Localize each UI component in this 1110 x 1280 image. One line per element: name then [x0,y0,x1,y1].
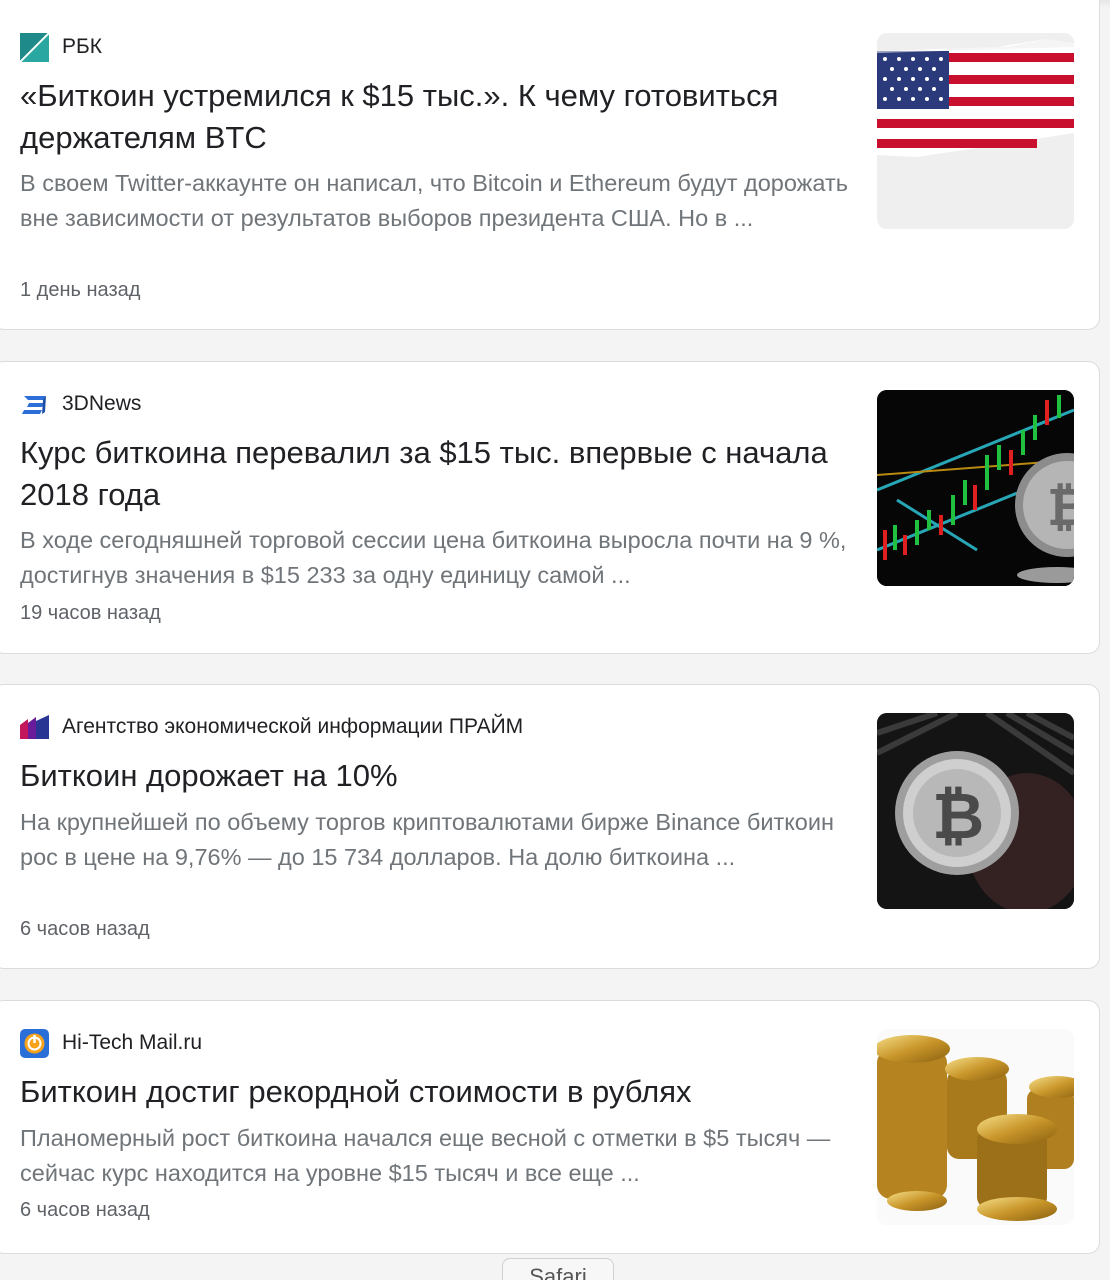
gold-coins-image[interactable] [877,1029,1074,1225]
us-flag-image[interactable] [877,33,1074,229]
news-card[interactable]: Hi-Tech Mail.ru Биткоин достиг рекордной… [0,1000,1100,1254]
article-time: 19 часов назад [20,602,161,624]
news-card[interactable]: 3DNews Курс биткоина перевалил за $15 ты… [0,361,1100,654]
news-results-page: РБК «Биткоин устремился к $15 тыс.». К ч… [0,0,1110,1280]
article-title[interactable]: Биткоин дорожает на 10% [20,755,850,797]
article-snippet: В ходе сегодняшней торговой сессии цена … [20,527,847,588]
safari-tab[interactable]: Safari [502,1258,614,1280]
bitcoin-coin-image[interactable]: ₿ [877,713,1074,909]
svg-text:₿: ₿ [932,780,984,854]
news-source[interactable]: 3DNews [20,389,141,419]
news-source[interactable]: РБК [19,31,103,63]
bitcoin-chart-image[interactable]: ₿ [877,390,1074,586]
article-time: 6 часов назад [20,918,150,940]
article-title[interactable]: «Биткоин устремился к $15 тыс.». К чему … [20,75,850,159]
svg-text:₿: ₿ [1047,478,1074,538]
source-name: Агентство экономической информации ПРАЙМ [62,715,524,738]
article-snippet: Планомерный рост биткоина начался еще ве… [20,1125,831,1186]
source-name: 3DNews [62,392,142,415]
source-name: Hi-Tech Mail.ru [62,1031,203,1054]
prime-logo-icon [20,713,49,742]
article-snippet: В своем Twitter-аккаунте он написал, что… [20,170,848,231]
3dnews-logo-icon [20,390,49,419]
source-name: РБК [62,35,103,58]
article-time: 6 часов назад [20,1199,150,1221]
news-source[interactable]: Агентство экономической информации ПРАЙМ [20,712,523,742]
article-title[interactable]: Биткоин достиг рекордной стоимости в руб… [20,1071,850,1113]
news-card[interactable]: РБК «Биткоин устремился к $15 тыс.». К ч… [0,0,1100,330]
news-card[interactable]: Агентство экономической информации ПРАЙМ… [0,684,1100,969]
article-time: 1 день назад [20,279,141,301]
article-title[interactable]: Курс биткоина перевалил за $15 тыс. впер… [20,432,850,516]
mailru-hitech-logo-icon [20,1028,49,1058]
news-source[interactable]: Hi-Tech Mail.ru [20,1028,202,1058]
article-snippet: На крупнейшей по объему торгов криптовал… [20,809,834,870]
rbc-logo-icon [19,31,50,63]
